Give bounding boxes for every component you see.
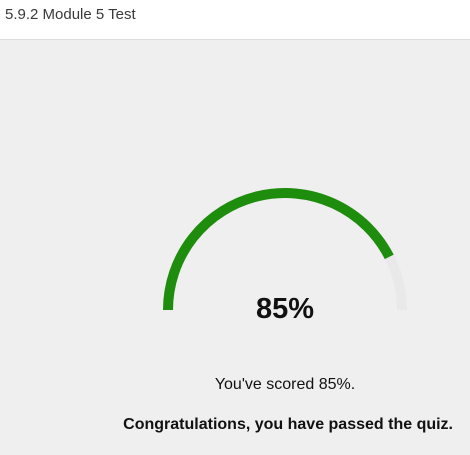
pass-message: Congratulations, you have passed the qui… xyxy=(123,416,453,433)
score-text: You've scored 85%. xyxy=(214,376,356,393)
score-percentage: 85% xyxy=(255,293,315,325)
title-bar: 5.9.2 Module 5 Test xyxy=(0,0,470,40)
page-title: 5.9.2 Module 5 Test xyxy=(5,6,136,23)
